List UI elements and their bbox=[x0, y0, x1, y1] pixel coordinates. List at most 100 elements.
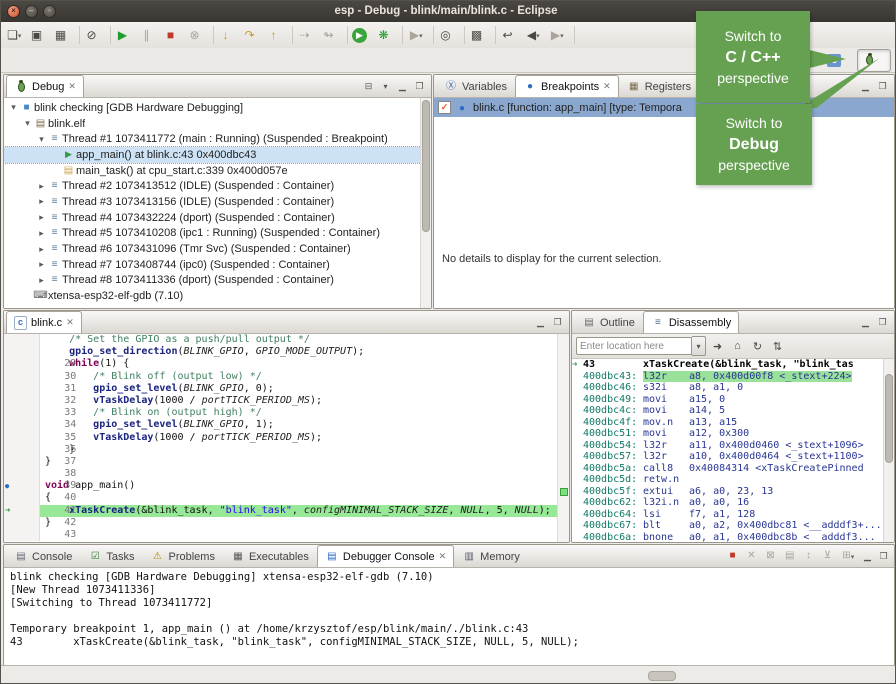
disassembly-scrollbar[interactable] bbox=[883, 359, 894, 542]
line-number-gutter[interactable]: 42 bbox=[4, 492, 40, 504]
editor-line[interactable]: 32 /* Blink off (output low) */ bbox=[4, 371, 569, 383]
window-close-button[interactable] bbox=[7, 5, 20, 18]
line-number-gutter[interactable]: 41 bbox=[4, 480, 40, 492]
line-number-gutter[interactable]: 34 bbox=[4, 395, 40, 407]
back-button[interactable]: ◀ bbox=[523, 24, 547, 46]
editor-line[interactable]: 40 bbox=[4, 468, 569, 480]
location-input[interactable] bbox=[576, 337, 692, 355]
tree-expander-icon[interactable] bbox=[36, 244, 47, 255]
debug-tree-row[interactable]: Thread #2 1073413512 (IDLE) (Suspended :… bbox=[4, 178, 421, 194]
view-menu-button[interactable] bbox=[379, 80, 392, 93]
debug-perspective-button[interactable] bbox=[857, 49, 891, 72]
maximize-view-button[interactable] bbox=[551, 316, 564, 329]
close-tab-icon[interactable] bbox=[68, 81, 76, 92]
tab-disassembly[interactable]: Disassembly bbox=[643, 311, 739, 333]
debug-tree-row[interactable]: Thread #7 1073408744 (ipc0) (Suspended :… bbox=[4, 257, 421, 273]
disassembly-row[interactable]: 400dbc5d: retw.n bbox=[572, 474, 884, 486]
remove-all-launches-button[interactable]: ⊠ bbox=[766, 548, 782, 564]
tab-breakpoints[interactable]: Breakpoints bbox=[515, 75, 619, 97]
disassembly-row[interactable]: 400dbc67: blta0, a2, 0x400dbc81 <__adddf… bbox=[572, 520, 884, 532]
debug-tree-row[interactable]: xtensa-esp32-elf-gdb (7.10) bbox=[4, 288, 421, 304]
disassembly-row[interactable]: 400dbc4f: mov.na13, a15 bbox=[572, 417, 884, 429]
last-edit-button[interactable]: ↩ bbox=[499, 24, 523, 46]
external-tools-button[interactable]: ▶ bbox=[406, 24, 430, 46]
tree-expander-icon[interactable] bbox=[36, 275, 47, 286]
collapse-all-button[interactable] bbox=[362, 80, 375, 93]
tree-expander-icon[interactable] bbox=[8, 102, 19, 113]
editor-line[interactable]: 45 bbox=[4, 529, 569, 541]
minimize-view-button[interactable] bbox=[859, 316, 872, 329]
editor-line[interactable]: 42 { bbox=[4, 492, 569, 504]
pin-console-button[interactable]: ⊻ bbox=[823, 548, 839, 564]
tree-expander-icon[interactable] bbox=[36, 181, 47, 192]
debug-tree-row[interactable]: blink checking [GDB Hardware Debugging] bbox=[4, 100, 421, 116]
forward-button[interactable]: ▶ bbox=[547, 24, 571, 46]
maximize-view-button[interactable] bbox=[413, 80, 426, 93]
editor-line[interactable]: 44 } bbox=[4, 517, 569, 529]
line-number-gutter[interactable]: 35 bbox=[4, 407, 40, 419]
editor-line[interactable]: 33 gpio_set_level(BLINK_GPIO, 0); bbox=[4, 383, 569, 395]
tab-debugger-console[interactable]: Debugger Console bbox=[317, 545, 454, 567]
step-over-button[interactable]: ↷ bbox=[241, 24, 265, 46]
scroll-lock-button[interactable]: ↕ bbox=[804, 548, 820, 564]
close-tab-icon[interactable] bbox=[66, 317, 74, 328]
tab-blink-c[interactable]: blink.c bbox=[6, 311, 82, 333]
mark-occurrences-button[interactable]: ▩ bbox=[468, 24, 492, 46]
instruction-stepping-button[interactable]: ⇢ bbox=[296, 24, 320, 46]
disassembly-row[interactable]: 400dbc4c: movia14, 5 bbox=[572, 405, 884, 417]
tree-expander-icon[interactable] bbox=[36, 228, 47, 239]
terminate-console-button[interactable]: ■ bbox=[728, 548, 744, 564]
disassembly-row[interactable]: 43 xTaskCreate(&blink_task, "blink_tas bbox=[572, 359, 884, 371]
minimize-view-button[interactable] bbox=[534, 316, 547, 329]
resume-button[interactable]: ▶ bbox=[114, 24, 138, 46]
debug-tree-row[interactable]: main_task() at cpu_start.c:339 0x400d057… bbox=[4, 163, 421, 179]
disassembly-row[interactable]: 400dbc62: l32i.na0, a0, 16 bbox=[572, 497, 884, 509]
step-filters-button[interactable]: ↬ bbox=[320, 24, 344, 46]
debug-tree-row[interactable]: Thread #8 1073411336 (dport) (Suspended … bbox=[4, 273, 421, 289]
horizontal-scrollbar[interactable] bbox=[648, 671, 676, 681]
close-tab-icon[interactable] bbox=[603, 81, 611, 92]
editor-line[interactable]: 41 void app_main() bbox=[4, 480, 569, 492]
console-output[interactable]: blink checking [GDB Hardware Debugging] … bbox=[4, 568, 894, 665]
disassembly-row[interactable]: 400dbc6a: bnonea0, a1, 0x400dbc8b <__add… bbox=[572, 532, 884, 543]
disassembly-row[interactable]: 400dbc51: movia12, 0x300 bbox=[572, 428, 884, 440]
tab-tasks[interactable]: Tasks bbox=[80, 545, 142, 567]
current-line-marker[interactable] bbox=[560, 488, 568, 496]
tab-registers[interactable]: Registers bbox=[619, 75, 699, 97]
remove-launch-button[interactable]: ✕ bbox=[747, 548, 763, 564]
save-button[interactable]: ▣ bbox=[28, 24, 52, 46]
maximize-view-button[interactable] bbox=[876, 80, 889, 93]
editor-line[interactable]: 29 /* Set the GPIO as a push/pull output… bbox=[4, 334, 569, 346]
tab-outline[interactable]: Outline bbox=[574, 311, 643, 333]
debug-button[interactable]: ❋ bbox=[375, 24, 399, 46]
line-number-gutter[interactable]: 36 bbox=[4, 419, 40, 431]
tab-problems[interactable]: Problems bbox=[142, 545, 222, 567]
maximize-view-button[interactable] bbox=[876, 316, 889, 329]
editor-line[interactable]: 43 xTaskCreate(&blink_task, "blink_task"… bbox=[4, 505, 569, 517]
line-number-gutter[interactable]: 44 bbox=[4, 517, 40, 529]
debug-scrollbar[interactable] bbox=[420, 98, 431, 308]
disassembly-row[interactable]: 400dbc57: l32ra10, 0x400d0464 <_stext+11… bbox=[572, 451, 884, 463]
line-number-gutter[interactable]: 40 bbox=[4, 468, 40, 480]
disassembly-content[interactable]: 43 xTaskCreate(&blink_task, "blink_tas 4… bbox=[572, 359, 894, 542]
tree-expander-icon[interactable] bbox=[36, 259, 47, 270]
open-console-button[interactable]: ⊞ bbox=[842, 548, 858, 564]
sync-button[interactable]: ⇅ bbox=[769, 338, 786, 355]
close-tab-icon[interactable] bbox=[439, 551, 447, 562]
overview-ruler[interactable] bbox=[557, 334, 569, 542]
scrollbar-thumb[interactable] bbox=[422, 100, 430, 232]
debug-tree-row[interactable]: Thread #1 1073411772 (main : Running) (S… bbox=[4, 131, 421, 147]
line-number-gutter[interactable]: 31 bbox=[4, 358, 40, 370]
debug-tree-row[interactable]: Thread #4 1073432224 (dport) (Suspended … bbox=[4, 210, 421, 226]
minimize-view-button[interactable] bbox=[396, 80, 409, 93]
run-button[interactable]: ▶ bbox=[351, 24, 375, 46]
line-number-gutter[interactable]: 39 bbox=[4, 456, 40, 468]
step-return-button[interactable]: ↑ bbox=[265, 24, 289, 46]
terminate-button[interactable]: ■ bbox=[162, 24, 186, 46]
editor-line[interactable]: 34 vTaskDelay(1000 / portTICK_PERIOD_MS)… bbox=[4, 395, 569, 407]
line-number-gutter[interactable]: 32 bbox=[4, 371, 40, 383]
disassembly-row[interactable]: 400dbc64: lsif7, a1, 128 bbox=[572, 509, 884, 521]
editor-line[interactable]: 39 } bbox=[4, 456, 569, 468]
line-number-gutter[interactable]: 38 bbox=[4, 444, 40, 456]
minimize-view-button[interactable] bbox=[859, 80, 872, 93]
